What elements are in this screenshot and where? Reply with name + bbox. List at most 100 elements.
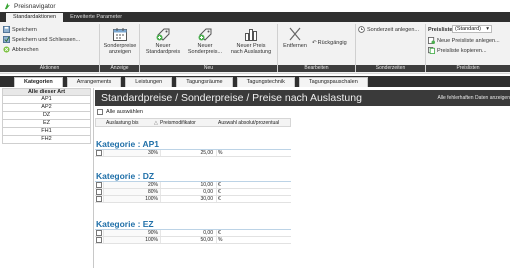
category-title: Kategorie : EZ: [95, 219, 291, 230]
show-special-prices-button[interactable]: Sonderpreise anzeigen: [101, 25, 139, 63]
mode-cell[interactable]: €: [216, 182, 290, 188]
category-item-fh1[interactable]: FH1: [2, 128, 91, 136]
tab-tagungstechnik[interactable]: Tagungstechnik: [236, 77, 295, 87]
table-row[interactable]: 100% 50,00 %: [95, 237, 291, 244]
undo-button[interactable]: ↶ Rückgängig: [312, 38, 347, 47]
mode-cell[interactable]: %: [216, 150, 290, 156]
category-title: Kategorie : DZ: [95, 171, 291, 182]
tab-tagungsraeume[interactable]: Tagungsräume: [176, 77, 233, 87]
panel-title: Standardpreise / Sonderpreise / Preise n…: [101, 92, 362, 104]
column-header-auswahl[interactable]: Auswahl absolut/prozentual: [218, 120, 279, 126]
cancel-label: Abbrechen: [12, 46, 39, 53]
row-checkbox[interactable]: [96, 237, 102, 243]
copy-price-list-button[interactable]: Preisliste kopieren...: [428, 46, 487, 55]
new-price-list-label: Neue Preisliste anlegen...: [437, 37, 500, 44]
save-label: Speichern: [12, 26, 37, 33]
table-row[interactable]: 100% 30,00 €: [95, 196, 291, 203]
category-item-ap2[interactable]: AP2: [2, 104, 91, 112]
modifier-cell[interactable]: 50,00: [161, 237, 215, 243]
undo-label: Rückgängig: [317, 39, 347, 46]
price-tag-special-icon: [198, 28, 212, 41]
ribbon-group-sonderzeiten: Sonderzeit anlegen... Sonderzeiten: [356, 24, 426, 72]
column-header-preismodifikator[interactable]: Preismodifikator: [160, 120, 196, 126]
row-checkbox[interactable]: [96, 182, 102, 188]
new-occupancy-price-button[interactable]: Neuer Preis nach Auslastung: [228, 25, 274, 63]
new-standard-price-line2: Standardpreis: [145, 49, 181, 55]
group-label-aktionen: Aktionen: [0, 65, 99, 72]
occupancy-cell[interactable]: 100%: [103, 196, 161, 202]
price-list-select[interactable]: (Standard) ▾: [452, 25, 492, 33]
tab-kategorien[interactable]: Kategorien: [14, 77, 63, 87]
mode-cell[interactable]: €: [216, 196, 290, 202]
modifier-cell[interactable]: 0,00: [161, 189, 215, 195]
panel-header: Standardpreise / Sonderpreise / Preise n…: [95, 90, 510, 106]
add-special-time-button[interactable]: Sonderzeit anlegen...: [358, 25, 419, 34]
table-row[interactable]: 20% 10,00 €: [95, 182, 291, 189]
table-row[interactable]: 30% 25,00 %: [95, 150, 291, 157]
row-checkbox[interactable]: [96, 230, 102, 236]
table-row[interactable]: 90% 0,00 €: [95, 230, 291, 237]
table-row[interactable]: 80% 0,00 €: [95, 189, 291, 196]
undo-arrow-icon: ↶: [312, 39, 317, 46]
save-button[interactable]: Speichern: [3, 25, 37, 34]
category-title: Kategorie : AP1: [95, 139, 291, 150]
price-editor-panel: Standardpreise / Sonderpreise / Preise n…: [95, 88, 510, 268]
ribbon-tab-bar: Standardaktionen Erweiterte Parameter: [0, 12, 510, 22]
title-bar: Preisnavigator: [0, 0, 510, 12]
new-special-price-button[interactable]: Neuer Sonderpreis...: [186, 25, 224, 63]
occupancy-cell[interactable]: 80%: [103, 189, 161, 195]
category-item-ap1[interactable]: AP1: [2, 96, 91, 104]
ribbon-group-preislisten: Preisliste (Standard) ▾ Neue Preisliste …: [426, 24, 510, 72]
cancel-icon: [3, 46, 10, 53]
category-item-ez[interactable]: EZ: [2, 120, 91, 128]
category-item-alle[interactable]: Alle dieser Art: [2, 88, 91, 96]
price-list-select-value: (Standard): [455, 26, 481, 32]
ribbon-tab-erweiterte-parameter[interactable]: Erweiterte Parameter: [63, 13, 129, 22]
mode-cell[interactable]: €: [216, 230, 290, 236]
remove-button[interactable]: Entfernen: [280, 25, 310, 63]
remove-label: Entfernen: [283, 43, 307, 49]
row-checkbox[interactable]: [96, 196, 102, 202]
group-label-sonderzeiten: Sonderzeiten: [356, 65, 425, 72]
new-standard-price-button[interactable]: Neuer Standardpreis: [144, 25, 182, 63]
modifier-cell[interactable]: 10,00: [161, 182, 215, 188]
category-item-fh2[interactable]: FH2: [2, 136, 91, 144]
category-list: Alle dieser Art AP1 AP2 DZ EZ FH1 FH2: [0, 88, 94, 268]
modifier-cell[interactable]: 0,00: [161, 230, 215, 236]
chevron-down-icon: ▾: [486, 26, 489, 32]
save-close-label: Speichern und Schliessen...: [12, 36, 81, 43]
tab-tagungspauschalen[interactable]: Tagungspauschalen: [298, 77, 368, 87]
price-list-label: Preisliste: [428, 26, 453, 33]
new-price-list-button[interactable]: Neue Preisliste anlegen...: [428, 36, 500, 45]
bar-chart-icon: [245, 29, 257, 41]
column-header-auslastung[interactable]: Auslastung bis: [106, 120, 139, 126]
tab-leistungen[interactable]: Leistungen: [125, 77, 173, 87]
row-checkbox[interactable]: [96, 150, 102, 156]
modifier-cell[interactable]: 30,00: [161, 196, 215, 202]
select-all-checkbox[interactable]: [97, 109, 103, 115]
occupancy-cell[interactable]: 100%: [103, 237, 161, 243]
occupancy-cell[interactable]: 90%: [103, 230, 161, 236]
ribbon-group-bearbeiten: Entfernen ↶ Rückgängig Bearbeiten: [278, 24, 356, 72]
ribbon-tab-standardaktionen[interactable]: Standardaktionen: [6, 13, 64, 22]
category-section-ap1: Kategorie : AP1 30% 25,00 %: [95, 139, 291, 157]
category-item-dz[interactable]: DZ: [2, 112, 91, 120]
new-special-price-line2: Sonderpreis...: [187, 49, 223, 55]
mode-cell[interactable]: %: [216, 237, 290, 243]
show-special-prices-line2: anzeigen: [108, 49, 132, 55]
copy-price-list-label: Preisliste kopieren...: [437, 47, 487, 54]
modifier-cell[interactable]: 25,00: [161, 150, 215, 156]
show-faulty-data-link[interactable]: Alle fehlerhaften Daten anzeigen: [437, 95, 510, 101]
row-checkbox[interactable]: [96, 189, 102, 195]
content-tab-bar: Kategorien Arrangements Leistungen Tagun…: [0, 76, 510, 87]
occupancy-cell[interactable]: 20%: [103, 182, 161, 188]
cancel-button[interactable]: Abbrechen: [3, 45, 39, 54]
ribbon-group-neu: Neuer Standardpreis Neuer Sonderpreis...: [140, 24, 278, 72]
select-all-row[interactable]: Alle auswählen: [97, 109, 143, 115]
save-and-close-button[interactable]: Speichern und Schliessen...: [3, 35, 80, 44]
mode-cell[interactable]: €: [216, 189, 290, 195]
ribbon-group-anzeige: Sonderpreise anzeigen Anzeige: [100, 24, 140, 72]
occupancy-cell[interactable]: 30%: [103, 150, 161, 156]
preisnavigator-window: Preisnavigator Standardaktionen Erweiter…: [0, 0, 510, 268]
tab-arrangements[interactable]: Arrangements: [66, 77, 122, 87]
